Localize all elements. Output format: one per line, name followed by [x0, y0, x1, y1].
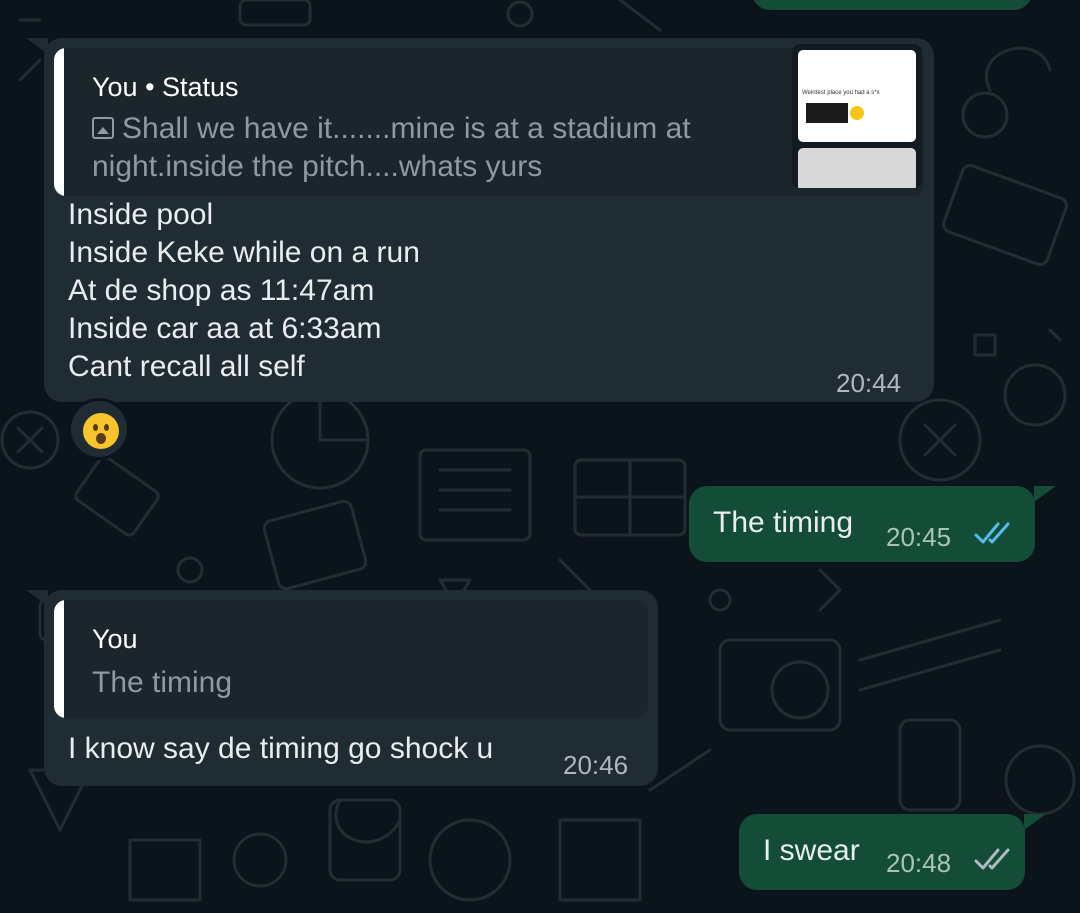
double-check-icon — [974, 848, 1010, 870]
message-text: I swear — [763, 834, 860, 867]
quoted-message[interactable]: You The timing — [54, 600, 648, 718]
astonished-face-icon — [83, 413, 119, 449]
previous-outgoing-bubble[interactable] — [752, 0, 1032, 10]
message-text: The timing — [713, 506, 854, 539]
message-time: 20:45 — [886, 522, 952, 552]
reaction-badge[interactable] — [68, 398, 130, 460]
message-time: 20:44 — [836, 368, 902, 398]
message-line: At de shop as 11:47am — [68, 274, 375, 307]
double-check-icon — [974, 522, 1010, 544]
message-time: 20:46 — [563, 750, 629, 780]
message-line: Cant recall all self — [68, 350, 305, 383]
thumb-caption: Weirdest place you had a s*x — [802, 90, 880, 96]
message-text: I know say de timing go shock u — [68, 732, 494, 765]
quote-line-1: Shall we have it.......mine is at a stad… — [122, 112, 691, 145]
quote-author: You • Status — [92, 72, 239, 102]
quote-accent-bar — [54, 600, 64, 718]
image-icon — [92, 117, 114, 139]
thumb-logo — [806, 103, 848, 123]
message-line: Inside car aa at 6:33am — [68, 312, 382, 345]
outgoing-message-bubble[interactable]: The timing 20:45 — [689, 486, 1035, 562]
outgoing-message-bubble[interactable]: I swear 20:48 — [739, 814, 1025, 890]
status-image-thumbnail[interactable]: Weirdest place you had a s*x — [792, 44, 922, 188]
bubble-tail — [1024, 814, 1046, 830]
quote-author: You — [92, 624, 138, 654]
thumb-emoji — [850, 106, 864, 120]
message-time: 20:48 — [886, 848, 952, 878]
message-line: Inside pool — [68, 198, 214, 231]
incoming-reply-bubble[interactable]: You The timing I know say de timing go s… — [44, 590, 658, 786]
quote-line-2: night.inside the pitch....whats yurs — [92, 150, 543, 183]
quote-accent-bar — [54, 48, 64, 196]
quote-text: The timing — [92, 666, 233, 699]
quote-text: Shall we have it.......mine is at a stad… — [92, 110, 691, 148]
bubble-tail — [1034, 486, 1056, 502]
message-line: Inside Keke while on a run — [68, 236, 420, 269]
